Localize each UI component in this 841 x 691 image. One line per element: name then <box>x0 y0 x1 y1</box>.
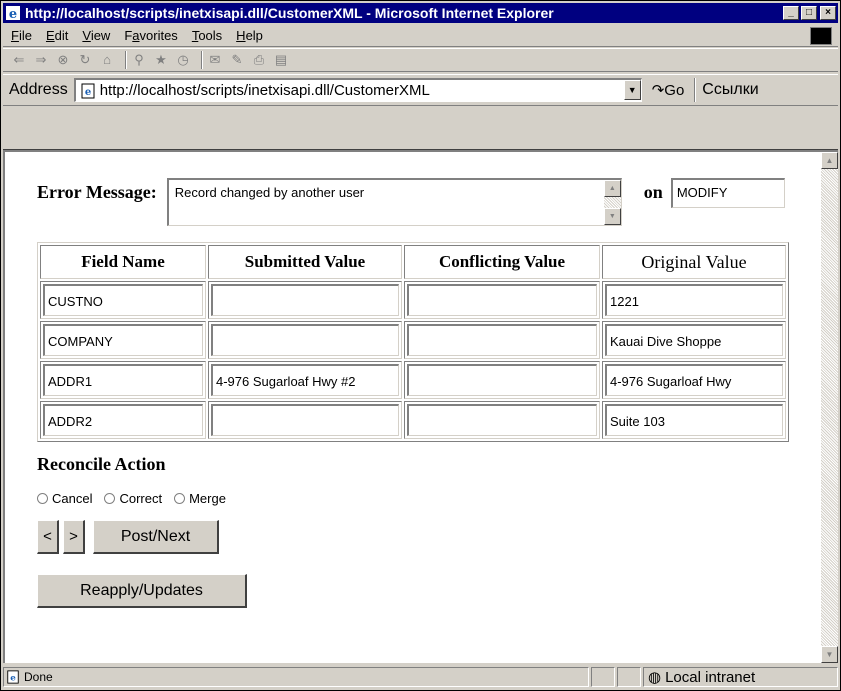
edit-icon[interactable]: ✎ <box>229 52 245 68</box>
reapply-updates-button[interactable]: Reapply/Updates <box>37 574 247 608</box>
scroll-down-icon[interactable]: ▼ <box>821 646 838 663</box>
title-bar: e http://localhost/scripts/inetxisapi.dl… <box>3 3 838 23</box>
radio-cancel[interactable]: Cancel <box>37 491 92 506</box>
original-value-input[interactable]: Kauai Dive Shoppe <box>605 324 783 356</box>
field-name-cell[interactable]: COMPANY <box>43 324 203 356</box>
stop-icon[interactable]: ⊗ <box>55 52 71 68</box>
menu-favorites[interactable]: Favorites <box>124 28 177 43</box>
home-icon[interactable]: ⌂ <box>99 52 115 68</box>
status-bar: e Done ◍ Local intranet <box>3 666 838 688</box>
submitted-value-input[interactable] <box>211 404 399 436</box>
menu-edit[interactable]: Edit <box>46 28 68 43</box>
reconcile-radio-group: Cancel Correct Merge <box>37 491 789 506</box>
radio-button-icon[interactable] <box>37 493 48 504</box>
reconcile-action-heading: Reconcile Action <box>37 454 166 474</box>
submitted-value-input[interactable]: 4-976 Sugarloaf Hwy #2 <box>211 364 399 396</box>
maximize-button[interactable]: □ <box>801 6 817 20</box>
ie-icon: e <box>6 6 20 21</box>
windows-logo-icon <box>810 27 832 45</box>
forward-icon[interactable]: ⇒ <box>33 52 49 68</box>
standard-toolbar: ⇐ ⇒ ⊗ ↻ ⌂ ⚲ ★ ◷ ✉ ✎ ⎙ ▤ <box>3 48 838 72</box>
scroll-up-icon[interactable]: ▲ <box>603 180 621 197</box>
radio-button-icon[interactable] <box>104 493 116 504</box>
status-text: Done <box>24 670 53 684</box>
next-button[interactable]: > <box>63 520 85 554</box>
field-name-cell[interactable]: ADDR2 <box>43 404 203 436</box>
go-button[interactable]: ↷ Go <box>651 81 685 100</box>
submitted-value-input[interactable] <box>211 284 399 316</box>
radio-merge[interactable]: Merge <box>174 491 226 506</box>
refresh-icon[interactable]: ↻ <box>77 52 93 68</box>
column-header: Field Name <box>40 245 206 279</box>
original-value-input[interactable]: 4-976 Sugarloaf Hwy <box>605 364 783 396</box>
on-label: on <box>643 182 663 202</box>
favorites-icon[interactable]: ★ <box>153 52 169 68</box>
conflict-form: Error Message: Record changed by another… <box>37 178 789 608</box>
page-viewport: Error Message: Record changed by another… <box>3 150 838 663</box>
zone-text: Local intranet <box>665 668 756 686</box>
scroll-down-icon[interactable]: ▼ <box>603 208 621 225</box>
window-title: http://localhost/scripts/inetxisapi.dll/… <box>25 5 554 21</box>
textarea-scrollbar[interactable]: ▲ ▼ <box>603 180 621 225</box>
navigation-row: < > Post/Next <box>37 520 789 554</box>
zone-indicator: ◍ Local intranet <box>643 667 838 687</box>
address-input[interactable]: e http://localhost/scripts/inetxisapi.dl… <box>73 78 642 102</box>
address-label: Address <box>9 81 68 98</box>
status-main: e Done <box>3 667 589 687</box>
error-row: Error Message: Record changed by another… <box>37 178 789 226</box>
submitted-value-input[interactable] <box>211 324 399 356</box>
scroll-up-icon[interactable]: ▲ <box>821 152 838 169</box>
go-arrow-icon: ↷ <box>651 82 665 99</box>
radio-button-icon[interactable] <box>174 493 186 504</box>
mail-icon[interactable]: ✉ <box>207 52 223 68</box>
intranet-globe-icon: ◍ <box>648 669 662 686</box>
table-row: ADDR1 4-976 Sugarloaf Hwy #2 4-976 Sugar… <box>40 361 786 399</box>
menu-bar: File Edit View Favorites Tools Help <box>3 25 838 47</box>
svg-text:e: e <box>85 87 91 98</box>
conflicting-value-input[interactable] <box>407 364 597 396</box>
conflict-table: Field Name Submitted Value Conflicting V… <box>37 242 789 442</box>
page-icon: e <box>81 83 95 98</box>
radio-correct[interactable]: Correct <box>104 491 162 506</box>
menu-help[interactable]: Help <box>236 28 263 43</box>
browser-window: e http://localhost/scripts/inetxisapi.dl… <box>0 0 841 691</box>
operation-field[interactable]: MODIFY <box>670 178 785 208</box>
menu-view[interactable]: View <box>82 28 110 43</box>
address-bar: Address e http://localhost/scripts/inetx… <box>3 74 838 106</box>
column-header: Submitted Value <box>208 245 402 279</box>
discuss-icon[interactable]: ▤ <box>273 52 289 68</box>
table-row: CUSTNO 1221 <box>40 281 786 319</box>
print-icon[interactable]: ⎙ <box>251 52 267 68</box>
close-button[interactable]: × <box>820 6 836 20</box>
error-message-textarea[interactable]: Record changed by another user ▲ ▼ <box>166 178 622 226</box>
address-url: http://localhost/scripts/inetxisapi.dll/… <box>99 82 430 99</box>
table-row: ADDR2 Suite 103 <box>40 401 786 439</box>
prev-button[interactable]: < <box>37 520 59 554</box>
conflicting-value-input[interactable] <box>407 324 597 356</box>
address-dropdown-icon[interactable]: ▼ <box>623 80 641 100</box>
minimize-button[interactable]: _ <box>783 6 799 20</box>
table-row: COMPANY Kauai Dive Shoppe <box>40 321 786 359</box>
menu-tools[interactable]: Tools <box>192 28 222 43</box>
post-next-button[interactable]: Post/Next <box>93 520 219 554</box>
menu-file[interactable]: File <box>11 28 32 43</box>
history-icon[interactable]: ◷ <box>175 52 191 68</box>
svg-text:e: e <box>10 674 16 684</box>
page-scrollbar[interactable]: ▲ ▼ <box>821 152 838 663</box>
links-button[interactable]: Ссылки <box>702 81 758 99</box>
page-icon: e <box>7 670 19 684</box>
error-text: Record changed by another user <box>174 185 365 200</box>
original-value-input[interactable]: Suite 103 <box>605 404 783 436</box>
field-name-cell[interactable]: ADDR1 <box>43 364 203 396</box>
original-value-input[interactable]: 1221 <box>605 284 783 316</box>
back-icon[interactable]: ⇐ <box>11 52 27 68</box>
error-label: Error Message: <box>37 182 157 202</box>
conflicting-value-input[interactable] <box>407 404 597 436</box>
search-icon[interactable]: ⚲ <box>131 52 147 68</box>
column-header: Conflicting Value <box>404 245 600 279</box>
conflicting-value-input[interactable] <box>407 284 597 316</box>
field-name-cell[interactable]: CUSTNO <box>43 284 203 316</box>
svg-text:e: e <box>9 7 17 21</box>
column-header: Original Value <box>602 245 786 279</box>
